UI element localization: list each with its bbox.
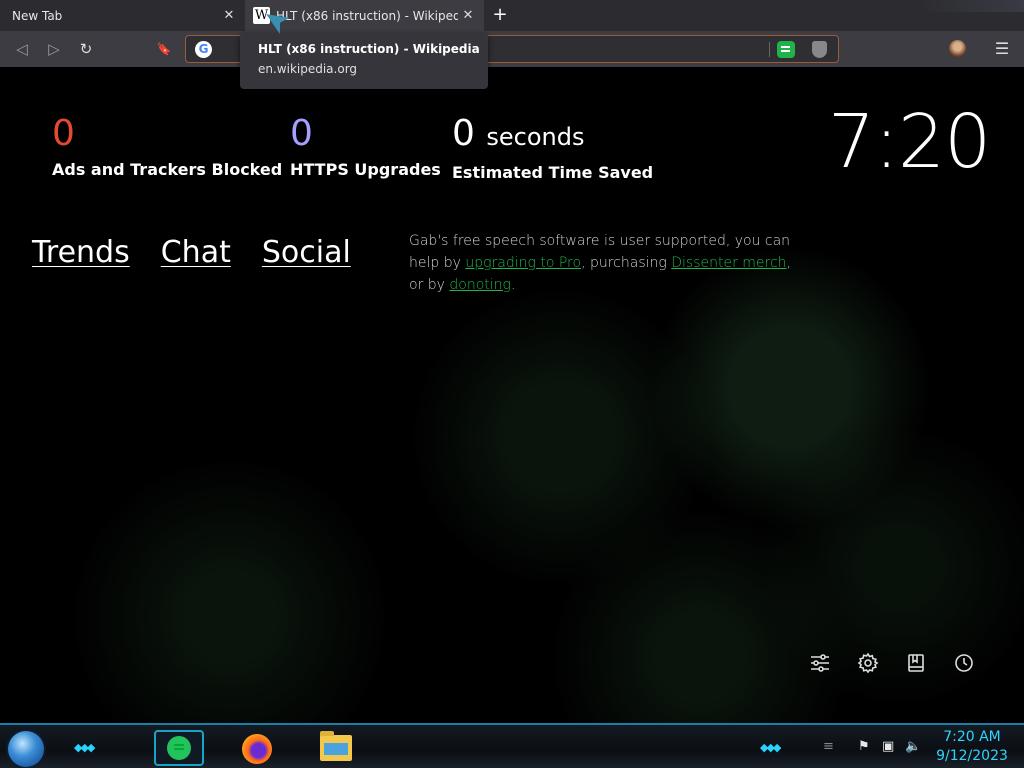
stat-ads-blocked: 0 Ads and Trackers Blocked xyxy=(52,113,283,180)
support-message: Gab's free speech software is user suppo… xyxy=(409,230,809,296)
bottom-toolbar xyxy=(808,652,976,676)
stat-value: 0 xyxy=(290,113,313,154)
taskbar-gab-browser[interactable] xyxy=(154,730,204,766)
taskbar-decoration: ◆◆◆ xyxy=(760,741,781,754)
stat-label: Ads and Trackers Blocked xyxy=(52,160,283,179)
forward-icon[interactable]: ▷ xyxy=(44,39,64,59)
new-tab-button[interactable]: + xyxy=(489,5,511,25)
firefox-icon[interactable] xyxy=(242,734,272,764)
tab-new-tab[interactable]: New Tab ✕ xyxy=(0,0,245,31)
dissenter-merch-link[interactable]: Dissenter merch xyxy=(671,255,786,271)
stat-https-upgrades: 0 HTTPS Upgrades xyxy=(290,113,441,180)
bookmark-icon[interactable]: 🔖 xyxy=(154,39,174,59)
history-icon[interactable] xyxy=(952,652,976,676)
close-icon[interactable]: ✕ xyxy=(458,8,478,23)
taskbar-clock[interactable]: 7:20 AM 9/12/2023 xyxy=(930,728,1014,766)
file-explorer-icon[interactable] xyxy=(320,731,352,761)
new-tab-page: 0 Ads and Trackers Blocked 0 HTTPS Upgra… xyxy=(0,67,1024,723)
stat-time-saved: 0 seconds Estimated Time Saved xyxy=(452,114,654,183)
top-links: Trends Chat Social xyxy=(32,235,351,270)
tab-title: New Tab xyxy=(12,8,63,23)
taskbar-time: 7:20 AM xyxy=(943,729,1001,745)
tab-strip: New Tab ✕ W HLT (x86 instruction) - Wiki… xyxy=(0,0,1024,31)
flag-icon[interactable]: ⚑ xyxy=(858,739,870,754)
google-icon: G xyxy=(195,41,212,58)
stat-label: Estimated Time Saved xyxy=(452,163,654,182)
bookmark-book-icon[interactable] xyxy=(904,652,928,676)
window-frame-decoration xyxy=(920,0,1024,12)
taskbar-decoration: ◆◆◆ xyxy=(74,741,95,754)
chat-link[interactable]: Chat xyxy=(161,235,231,270)
stat-unit: seconds xyxy=(486,123,585,151)
address-bar-divider xyxy=(769,42,770,57)
taskbar-date: 9/12/2023 xyxy=(936,748,1008,764)
sliders-icon[interactable] xyxy=(808,652,832,676)
back-icon[interactable]: ◁ xyxy=(12,39,32,59)
reload-icon[interactable]: ↻ xyxy=(76,39,96,59)
tooltip-url: en.wikipedia.org xyxy=(258,62,358,76)
clock: 7:20 xyxy=(828,99,991,185)
upgrade-pro-link[interactable]: upgrading to Pro xyxy=(465,255,581,271)
social-link[interactable]: Social xyxy=(262,235,351,270)
gear-icon[interactable] xyxy=(856,652,880,676)
browser-toolbar: ◁ ▷ ↻ 🔖 G ☰ xyxy=(0,31,1024,67)
volume-icon[interactable]: 🔈 xyxy=(905,739,921,754)
stat-value: 0 xyxy=(452,113,475,154)
stat-label: HTTPS Upgrades xyxy=(290,160,441,179)
network-icon[interactable]: ▣ xyxy=(882,739,894,754)
taskbar: ◆◆◆ ◆◆◆ ≡ ⚑ ▣ 🔈 7:20 AM 9/12/2023 xyxy=(0,723,1024,768)
trends-link[interactable]: Trends xyxy=(32,235,130,270)
support-text: . xyxy=(510,277,516,293)
support-text: , purchasing xyxy=(581,255,672,271)
tab-title: HLT (x86 instruction) - Wikipedia xyxy=(276,8,458,23)
avatar[interactable] xyxy=(949,40,966,57)
tab-hover-tooltip: HLT (x86 instruction) - Wikipedia en.wik… xyxy=(240,33,488,89)
gab-browser-icon xyxy=(167,736,191,760)
menu-icon[interactable]: ☰ xyxy=(992,39,1012,59)
tooltip-title: HLT (x86 instruction) - Wikipedia xyxy=(258,42,480,56)
stat-value: 0 xyxy=(52,113,75,154)
stat-value-row: 0 seconds xyxy=(452,114,653,157)
donate-link[interactable]: donoting xyxy=(449,277,511,293)
gab-extension-icon[interactable] xyxy=(777,41,795,58)
shield-icon[interactable] xyxy=(812,41,827,58)
close-icon[interactable]: ✕ xyxy=(219,8,239,23)
tray-decoration: ≡ xyxy=(823,739,834,754)
start-button[interactable] xyxy=(8,731,44,767)
tab-wikipedia[interactable]: W HLT (x86 instruction) - Wikipedia ✕ xyxy=(245,0,484,31)
